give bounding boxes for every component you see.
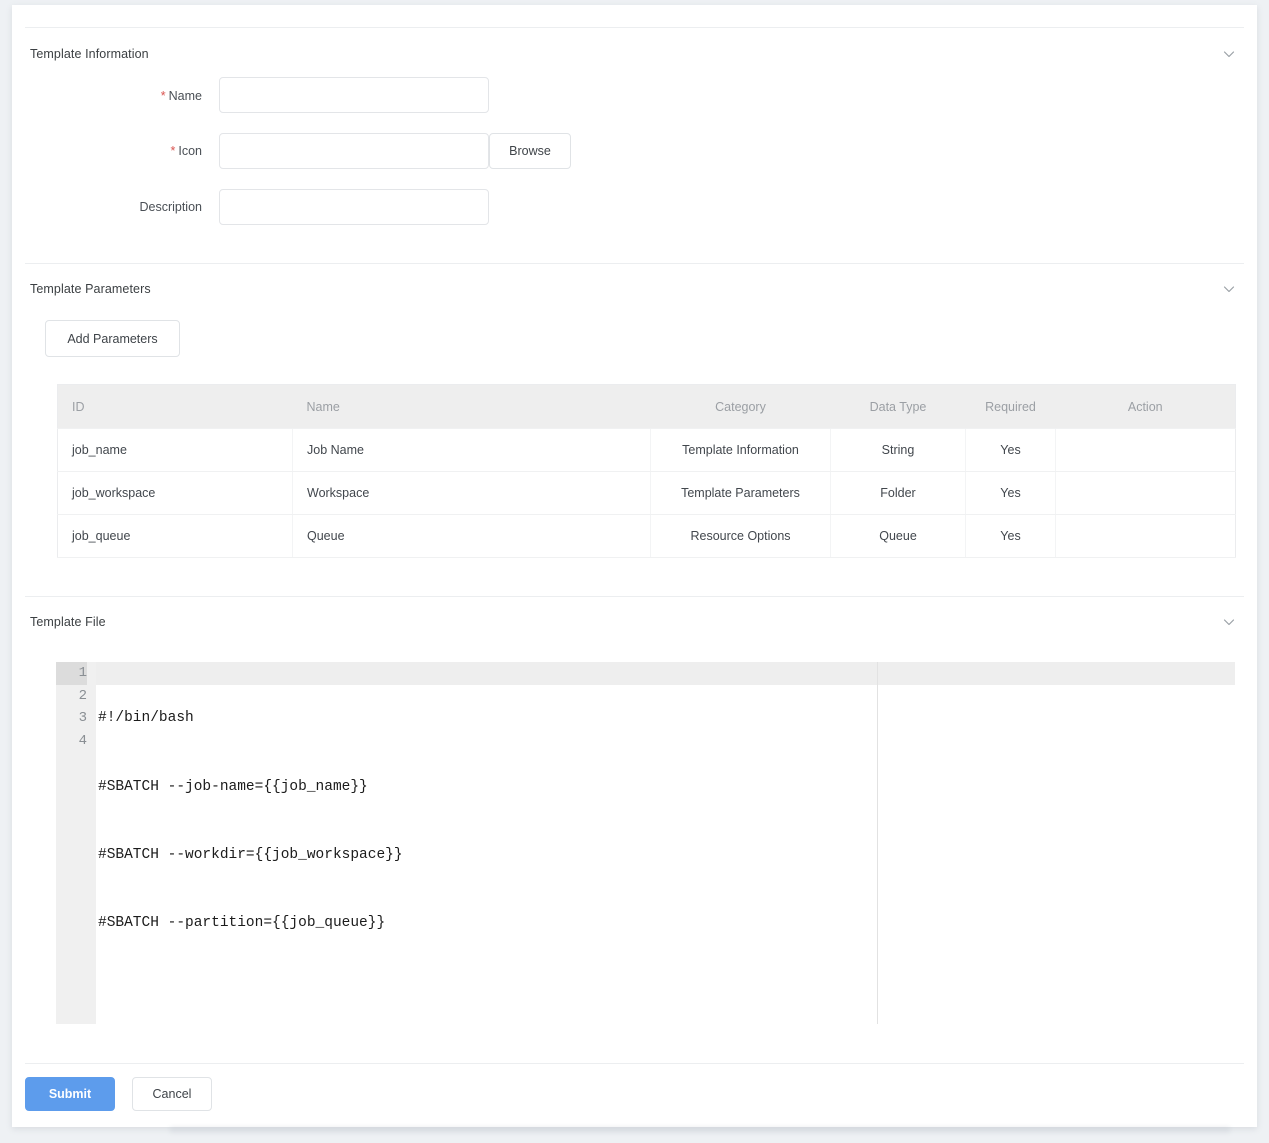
code-line: #SBATCH --workdir={{job_workspace}} <box>98 846 403 863</box>
code-line: #SBATCH --partition={{job_queue}} <box>98 914 386 931</box>
cell-action[interactable] <box>1055 514 1236 558</box>
required-marker-name: * <box>160 89 166 103</box>
cell-data-type: Queue <box>830 514 966 558</box>
section-title-template-file: Template File <box>30 615 106 629</box>
cell-category: Template Information <box>650 428 831 472</box>
cell-id: job_name <box>57 428 293 472</box>
cell-category: Template Parameters <box>650 471 831 515</box>
cell-action[interactable] <box>1055 471 1236 515</box>
cell-required: Yes <box>965 471 1056 515</box>
chevron-down-icon-template-parameters[interactable] <box>1220 280 1238 298</box>
cell-id: job_workspace <box>57 471 293 515</box>
footer-divider <box>25 1063 1244 1064</box>
line-number: 2 <box>78 687 87 704</box>
divider-template-parameters <box>25 263 1244 264</box>
table-row[interactable]: job_queue Queue Resource Options Queue Y… <box>57 514 1236 558</box>
cell-action[interactable] <box>1055 428 1236 472</box>
submit-button[interactable]: Submit <box>25 1077 115 1111</box>
column-header-name[interactable]: Name <box>293 385 651 429</box>
label-description-text: Description <box>139 200 202 214</box>
card-drop-shadow <box>170 1127 1230 1135</box>
description-input[interactable] <box>219 189 489 225</box>
table-header-row: ID Name Category Data Type Required Acti… <box>57 384 1236 429</box>
column-header-category[interactable]: Category <box>651 385 831 429</box>
cell-category: Resource Options <box>650 514 831 558</box>
parameters-table-body: job_name Job Name Template Information S… <box>57 428 1236 558</box>
line-number: 3 <box>78 710 87 727</box>
chevron-down-icon-template-file[interactable] <box>1220 613 1238 631</box>
parameters-table-head: ID Name Category Data Type Required Acti… <box>57 384 1236 429</box>
column-header-action[interactable]: Action <box>1056 385 1236 429</box>
cell-required: Yes <box>965 514 1056 558</box>
divider-template-file <box>25 596 1244 597</box>
column-header-required[interactable]: Required <box>966 385 1056 429</box>
label-name: * Name <box>92 89 202 103</box>
chevron-down-icon-template-information[interactable] <box>1220 45 1238 63</box>
line-number: 4 <box>78 733 87 750</box>
column-header-id[interactable]: ID <box>58 385 293 429</box>
label-name-text: Name <box>168 89 202 103</box>
editor-line-number-gutter: 1 2 3 4 <box>56 662 96 1024</box>
form-card: Template Information * Name * Icon Browse … <box>12 5 1257 1127</box>
line-number: 1 <box>56 662 87 685</box>
cancel-button[interactable]: Cancel <box>132 1077 212 1111</box>
section-title-template-parameters: Template Parameters <box>30 282 151 296</box>
cell-data-type: Folder <box>830 471 966 515</box>
cell-name: Queue <box>292 514 651 558</box>
code-line: #!/bin/bash <box>98 710 194 727</box>
icon-input[interactable] <box>219 133 489 169</box>
code-line: #SBATCH --job-name={{job_name}} <box>98 778 368 795</box>
cell-required: Yes <box>965 428 1056 472</box>
table-row[interactable]: job_workspace Workspace Template Paramet… <box>57 471 1236 515</box>
add-parameters-button[interactable]: Add Parameters <box>45 320 180 357</box>
cell-id: job_queue <box>57 514 293 558</box>
page-background: Template Information * Name * Icon Browse … <box>0 0 1269 1143</box>
column-header-data-type[interactable]: Data Type <box>831 385 966 429</box>
parameters-table: ID Name Category Data Type Required Acti… <box>57 384 1236 558</box>
divider-top <box>25 27 1244 28</box>
cell-data-type: String <box>830 428 966 472</box>
required-marker-icon: * <box>170 144 176 158</box>
label-icon-text: Icon <box>178 144 202 158</box>
editor-code-content[interactable]: #!/bin/bash #SBATCH --job-name={{job_nam… <box>98 662 1235 1024</box>
section-title-template-information: Template Information <box>30 47 149 61</box>
name-input[interactable] <box>219 77 489 113</box>
template-file-code-editor[interactable]: 1 2 3 4 #!/bin/bash #SBATCH --job-name={{jo… <box>56 662 1235 1024</box>
cell-name: Job Name <box>292 428 651 472</box>
browse-button[interactable]: Browse <box>489 133 571 169</box>
label-icon: * Icon <box>92 144 202 158</box>
label-description: Description <box>92 200 202 214</box>
table-row[interactable]: job_name Job Name Template Information S… <box>57 428 1236 472</box>
cell-name: Workspace <box>292 471 651 515</box>
